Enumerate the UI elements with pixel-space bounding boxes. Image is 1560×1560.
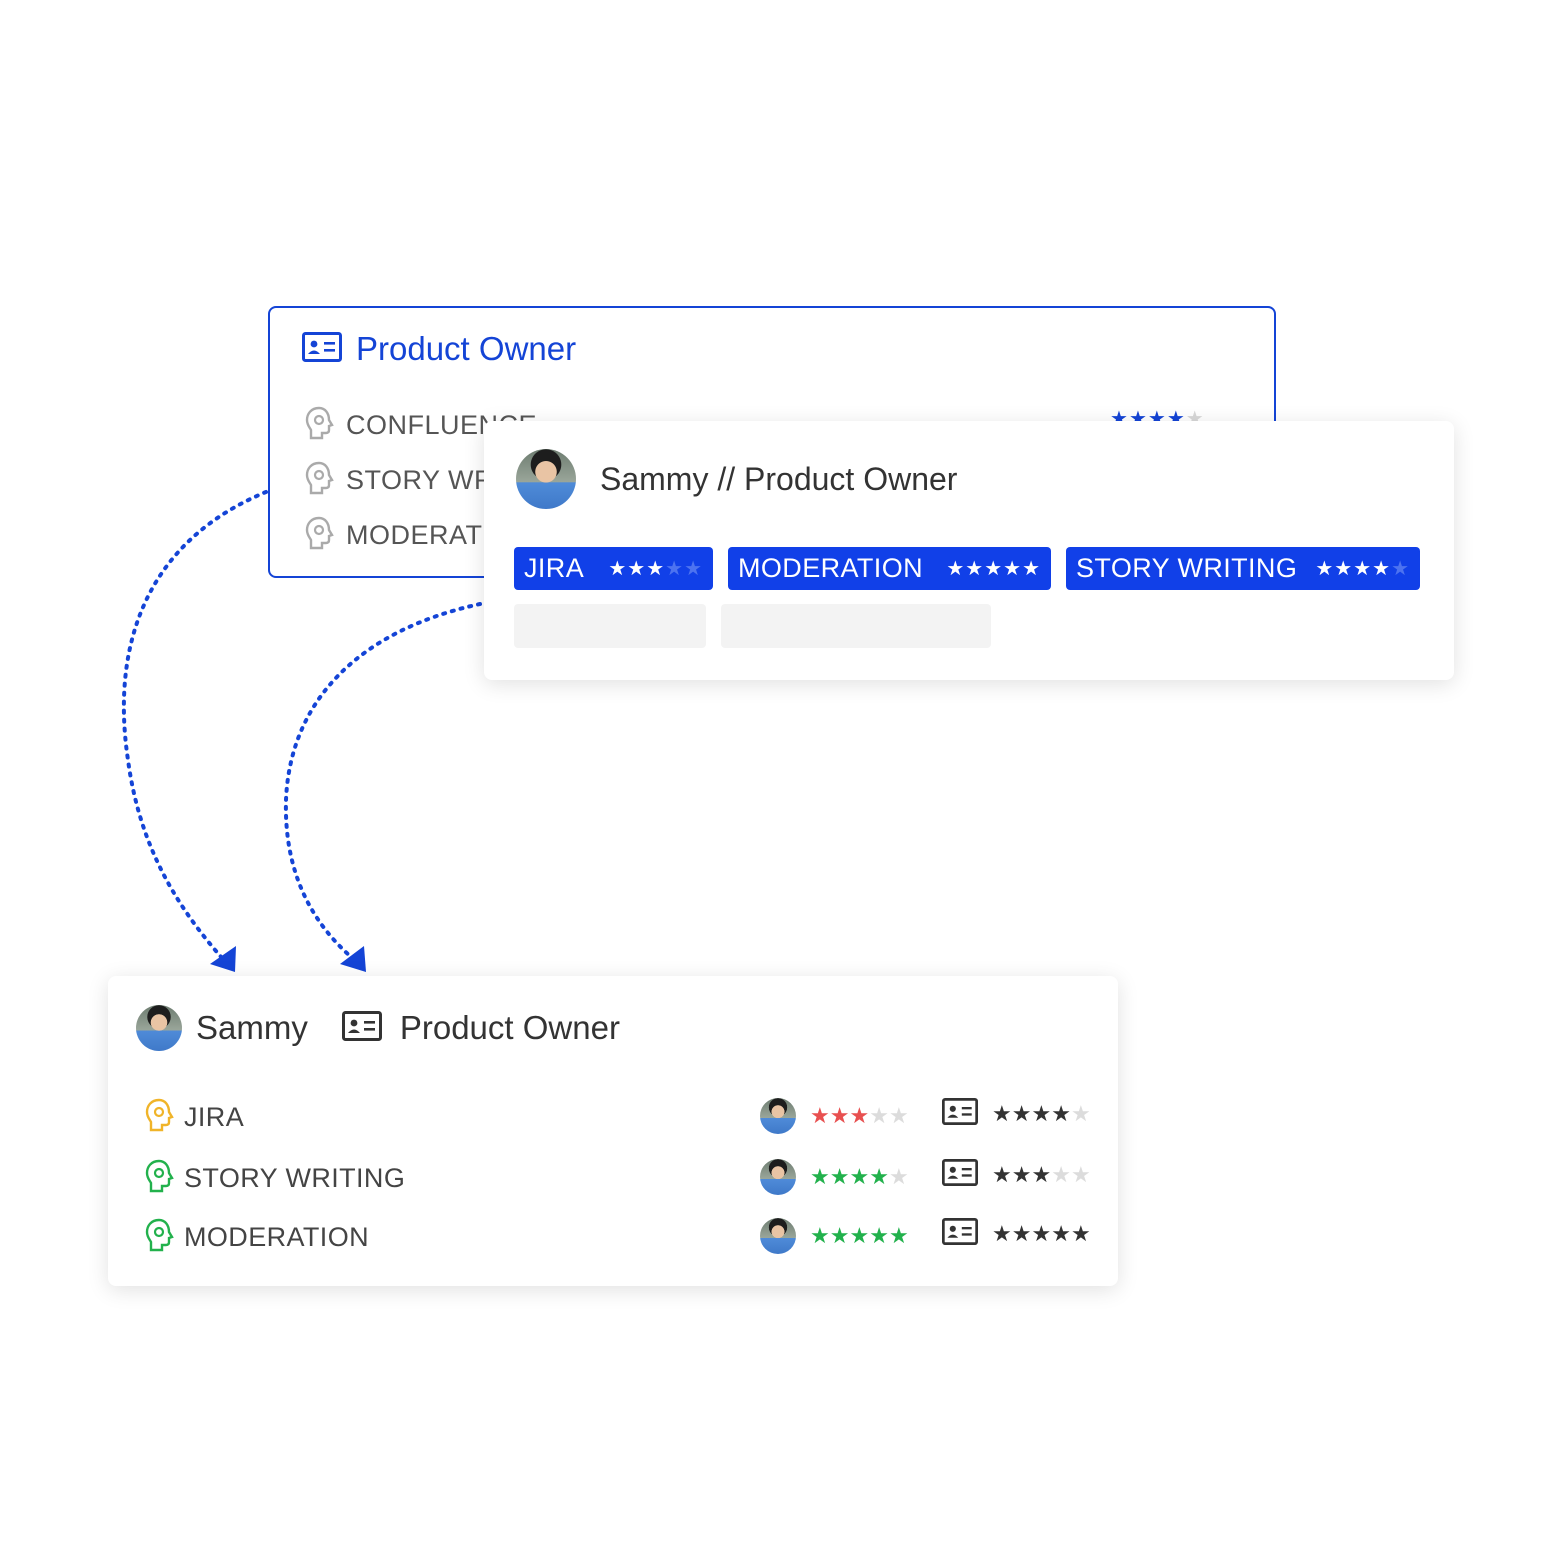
star-filled-icon: ★ [869,1164,889,1189]
star-filled-icon: ★ [849,1164,870,1189]
person-role-title: Sammy // Product Owner [600,460,958,497]
star-empty-icon: ★ [1051,1162,1071,1187]
chip-label: JIRA [524,553,585,583]
avatar [760,1098,796,1134]
star-filled-icon: ★ [627,558,647,580]
chip-stars: ★★★★★ [608,556,703,581]
star-filled-icon: ★ [946,558,966,580]
person-name: Sammy [196,1009,308,1046]
skill-cell: JIRA [144,1098,244,1137]
role-rating: ★★★★★ [942,1159,1091,1191]
star-filled-icon: ★ [1070,1221,1091,1246]
role-rating: ★★★★★ [942,1098,1091,1130]
star-filled-icon: ★ [869,1223,889,1248]
star-filled-icon: ★ [1031,1162,1052,1187]
star-filled-icon: ★ [984,558,1004,580]
arrow-head [340,946,366,972]
star-filled-icon: ★ [1051,1101,1071,1126]
person-stars: ★★★★★ [810,1223,909,1249]
star-filled-icon: ★ [849,1223,870,1248]
star-filled-icon: ★ [829,1164,850,1189]
star-empty-icon: ★ [869,1103,889,1128]
skill-comparison-row: JIRA ★★★★★ ★★★★★ [144,1098,1094,1138]
star-filled-icon: ★ [992,1101,1012,1126]
person-rating: ★★★★★ [760,1098,909,1134]
placeholder-chip [514,604,706,648]
star-filled-icon: ★ [810,1164,830,1189]
star-filled-icon: ★ [1315,558,1335,580]
chip-stars: ★★★★★ [1315,556,1410,581]
star-filled-icon: ★ [1334,558,1354,580]
skill-head-icon [144,1159,174,1198]
avatar [136,1005,182,1051]
star-filled-icon: ★ [1011,1221,1032,1246]
role-rating: ★★★★★ [942,1218,1091,1250]
person-rating: ★★★★★ [760,1218,909,1254]
placeholder-chip [721,604,991,648]
role-stars: ★★★★★ [992,1101,1091,1127]
role-stars: ★★★★★ [992,1162,1091,1188]
skill-chip-moderation[interactable]: MODERATION ★★★★★ [728,547,1051,590]
skill-chip-story-writing[interactable]: STORY WRITING ★★★★★ [1066,547,1420,590]
star-filled-icon: ★ [849,1103,870,1128]
person-card-header: Sammy // Product Owner [516,449,957,509]
star-empty-icon: ★ [1070,1101,1091,1126]
star-filled-icon: ★ [1031,1221,1052,1246]
star-filled-icon: ★ [1353,558,1373,580]
star-filled-icon: ★ [646,558,666,580]
avatar [760,1218,796,1254]
summary-header: Sammy Product Owner [136,1005,620,1051]
person-rating: ★★★★★ [760,1159,909,1195]
person-stars: ★★★★★ [810,1103,909,1129]
id-card-icon [942,1098,978,1130]
skill-cell: MODERATION [144,1218,369,1257]
star-filled-icon: ★ [1011,1162,1032,1187]
avatar [760,1159,796,1195]
id-card-icon [341,1010,382,1046]
chip-label: STORY WRITING [1076,553,1298,583]
id-card-icon [942,1218,978,1250]
skill-comparison-row: STORY WRITING ★★★★★ ★★★★★ [144,1159,1094,1199]
star-empty-icon: ★ [888,1164,909,1189]
skill-head-icon [144,1098,174,1137]
chip-label: MODERATION [738,553,923,583]
connector-arrows [121,490,482,972]
skill-comparison-row: MODERATION ★★★★★ ★★★★★ [144,1218,1094,1258]
star-empty-icon: ★ [1391,558,1410,580]
skill-name: MODERATION [184,1222,369,1252]
star-filled-icon: ★ [1011,1101,1032,1126]
person-stars: ★★★★★ [810,1164,909,1190]
star-filled-icon: ★ [992,1221,1012,1246]
star-empty-icon: ★ [684,558,703,580]
skill-name: JIRA [184,1102,245,1132]
star-filled-icon: ★ [1031,1101,1052,1126]
star-filled-icon: ★ [829,1223,850,1248]
summary-card: Sammy Product Owner JIRA ★★★★★ ★★★★★ STORY… [108,976,1118,1286]
role-stars: ★★★★★ [992,1221,1091,1247]
star-filled-icon: ★ [1022,558,1041,580]
avatar [516,449,576,509]
star-empty-icon: ★ [1070,1162,1091,1187]
star-filled-icon: ★ [965,558,985,580]
star-filled-icon: ★ [992,1162,1012,1187]
star-filled-icon: ★ [810,1103,830,1128]
star-filled-icon: ★ [608,558,628,580]
star-filled-icon: ★ [810,1223,830,1248]
star-empty-icon: ★ [665,558,685,580]
id-card-icon [942,1159,978,1191]
skill-name: STORY WRITING [184,1163,406,1193]
star-filled-icon: ★ [1051,1221,1071,1246]
skill-head-icon [144,1218,174,1257]
star-filled-icon: ★ [829,1103,850,1128]
role-name: Product Owner [399,1009,620,1046]
star-filled-icon: ★ [1003,558,1023,580]
skill-cell: STORY WRITING [144,1159,405,1198]
person-card: Sammy // Product Owner JIRA ★★★★★ MODERA… [484,421,1454,680]
skill-chip-jira[interactable]: JIRA ★★★★★ [514,547,713,590]
chip-stars: ★★★★★ [946,556,1041,581]
star-filled-icon: ★ [1372,558,1392,580]
star-empty-icon: ★ [888,1103,909,1128]
star-filled-icon: ★ [888,1223,909,1248]
